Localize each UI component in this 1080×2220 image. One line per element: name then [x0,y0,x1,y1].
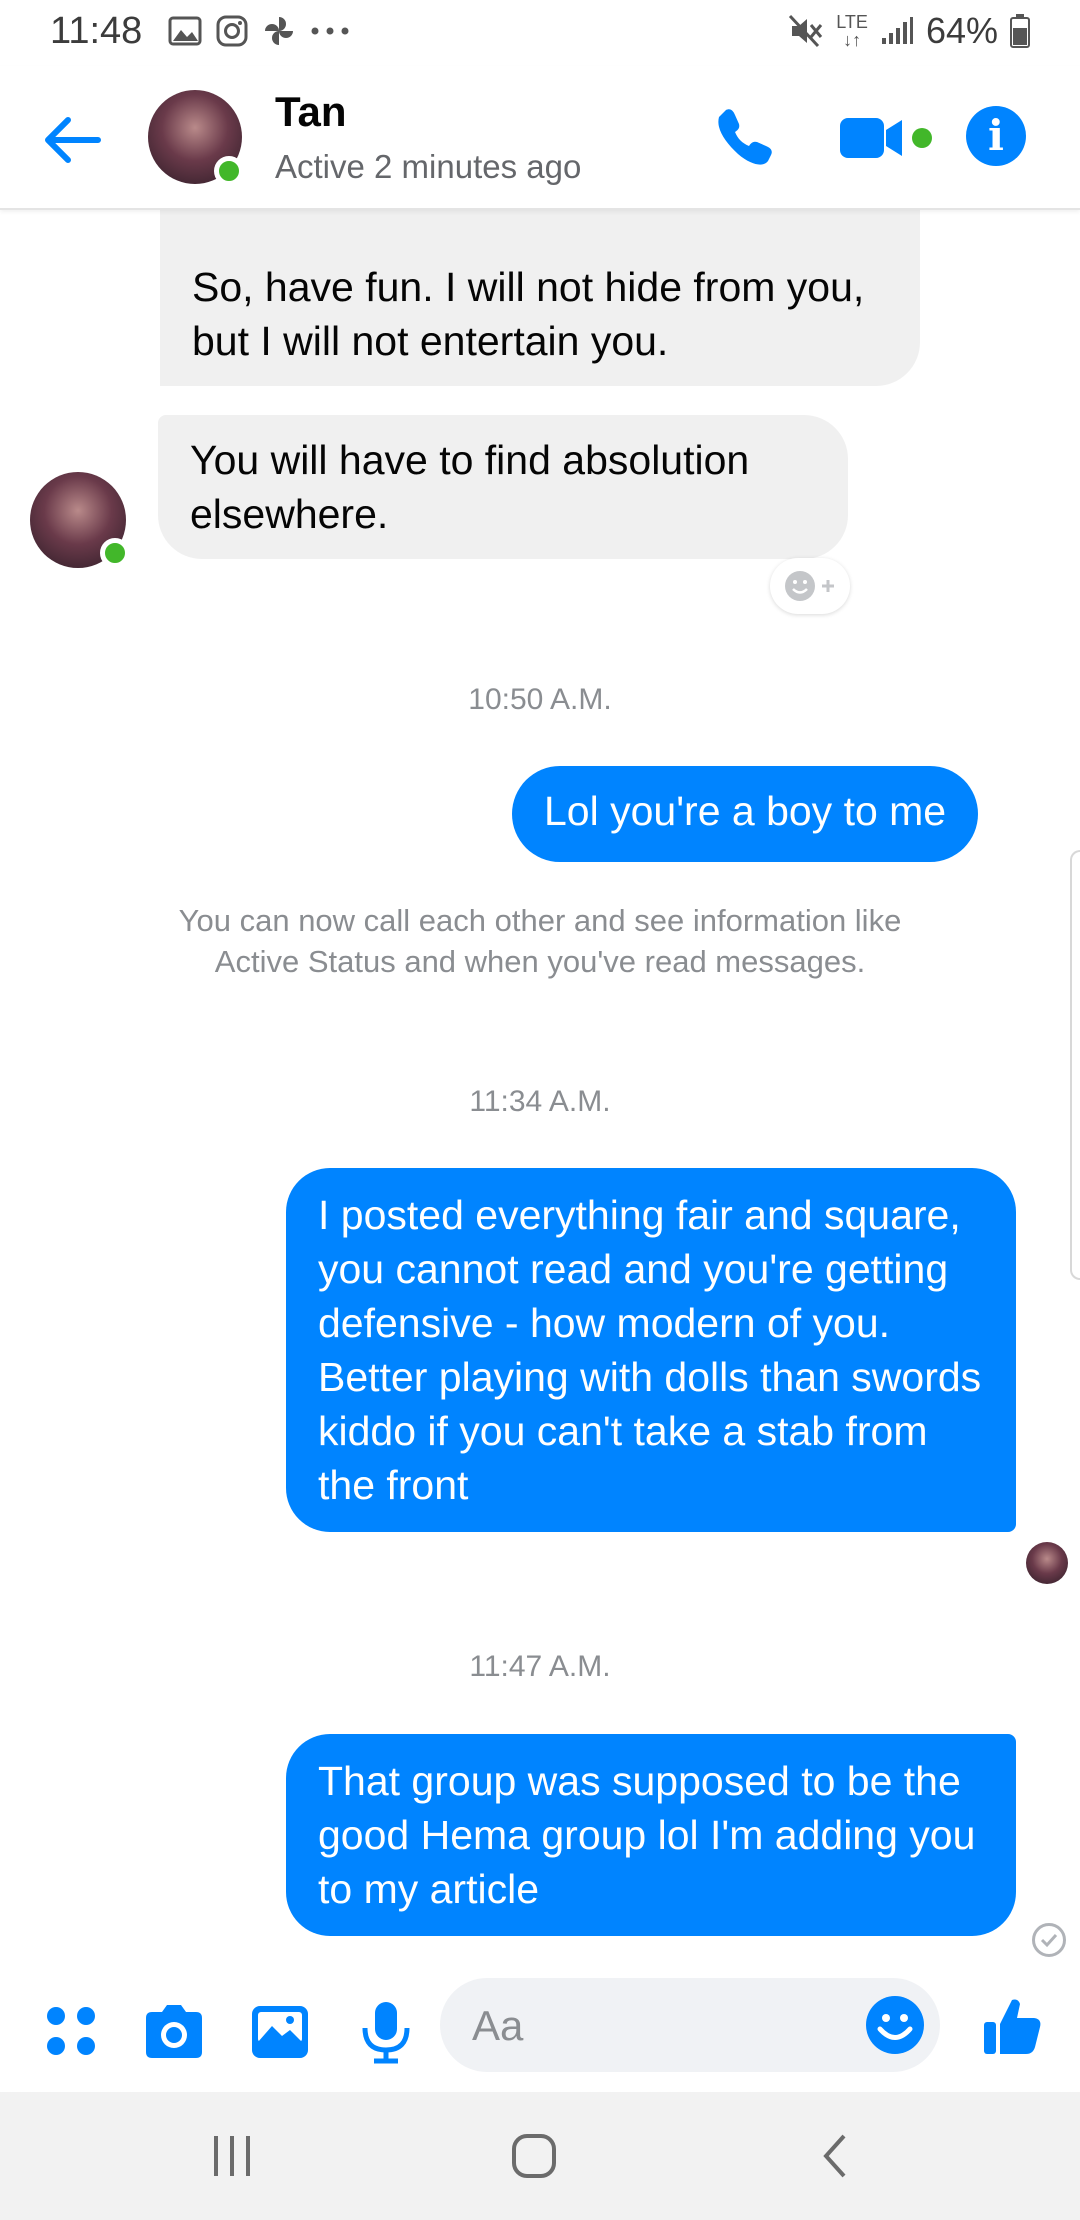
message-list[interactable]: which also will not fly. So, have fun. I… [0,210,1080,1972]
status-right: LTE ↓↑ 64% [788,10,1030,52]
scrollbar-handle[interactable] [1070,850,1080,1280]
outgoing-message[interactable]: That group was supposed to be the good H… [286,1734,1016,1936]
gallery-icon [168,16,202,46]
add-reaction-icon [785,571,834,601]
outgoing-message[interactable]: I posted everything fair and square, you… [286,1168,1016,1532]
lte-icon: LTE ↓↑ [836,12,868,50]
video-call-icon[interactable] [838,114,934,162]
signal-icon [881,17,913,44]
system-navigation-bar [0,2092,1080,2220]
phone-call-icon[interactable] [712,106,774,168]
online-indicator [100,538,130,568]
sent-check-icon [1032,1923,1066,1957]
conversation-header: Tan Active 2 minutes ago i [0,66,1080,210]
online-indicator [214,156,244,186]
message-text: Lol you're a boy to me [544,788,947,834]
status-time: 11:48 [50,10,143,52]
message-text: I posted everything fair and square, you… [318,1192,982,1508]
sender-avatar[interactable] [30,472,130,568]
notification-icons [168,14,350,48]
incoming-message[interactable]: You will have to find absolution elsewhe… [158,415,848,559]
contact-avatar[interactable] [148,90,244,186]
system-notice: You can now call each other and see info… [178,903,902,979]
camera-icon[interactable] [142,2000,206,2064]
back-icon[interactable] [806,2126,866,2186]
apps-icon[interactable] [40,2000,104,2064]
contact-name[interactable]: Tan [275,88,347,136]
info-icon[interactable]: i [966,106,1026,166]
incoming-message[interactable]: which also will not fly. So, have fun. I… [160,210,920,386]
status-bar: 11:48 LTE ↓↑ 64% [0,0,1080,66]
input-placeholder: Aa [472,2002,524,2049]
battery-percent: 64% [925,10,998,51]
more-dots-icon [311,27,349,35]
emoji-icon[interactable] [864,1994,926,2056]
timestamp: 11:34 A.M. [469,1085,611,1118]
pinwheel-icon [265,17,293,45]
timestamp: 10:50 A.M. [468,683,612,716]
thumbs-up-icon[interactable] [980,1994,1044,2058]
message-input[interactable]: Aa [440,1978,940,2072]
home-icon[interactable] [504,2126,564,2186]
message-text: That group was supposed to be the good H… [318,1758,976,1912]
outgoing-message[interactable]: Lol you're a boy to me [512,766,979,862]
instagram-icon [216,15,248,47]
composer-bar: Aa [0,1972,1080,2092]
mute-icon [789,14,823,48]
contact-active-status: Active 2 minutes ago [275,148,582,185]
seen-indicator-avatar [1026,1542,1068,1584]
gallery-icon[interactable] [248,2000,312,2064]
back-arrow-icon[interactable] [40,108,104,172]
microphone-icon[interactable] [354,2000,418,2064]
battery-icon [1010,14,1030,48]
timestamp: 11:47 A.M. [469,1650,611,1683]
recent-apps-icon[interactable] [202,2126,262,2186]
add-reaction-button[interactable] [770,558,850,614]
